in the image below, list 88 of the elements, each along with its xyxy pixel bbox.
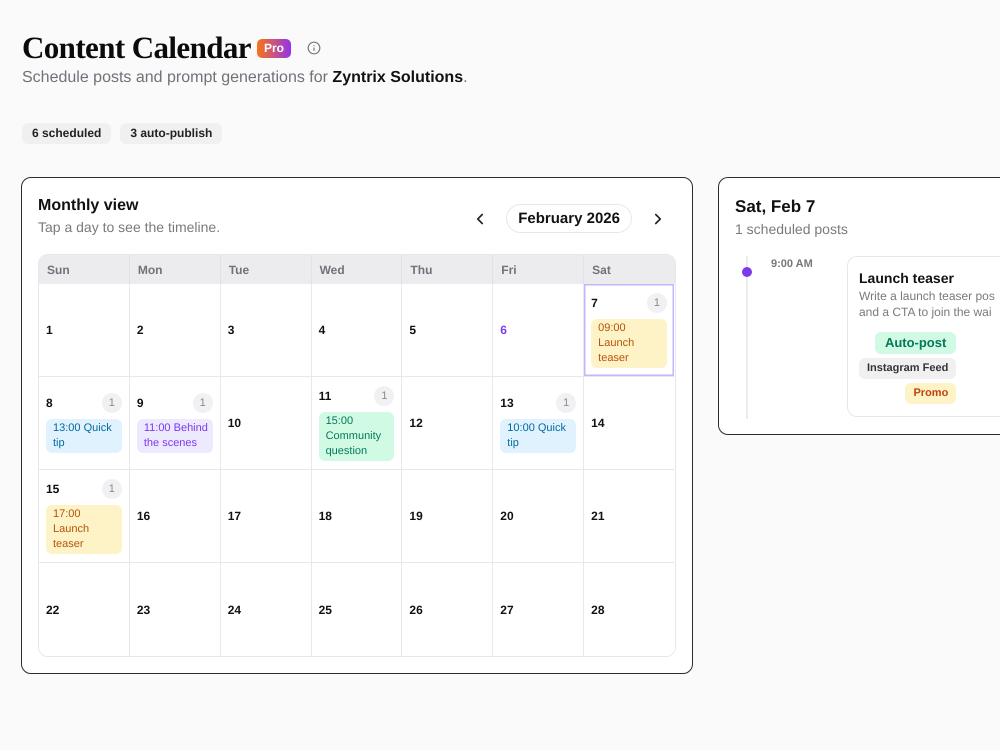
day-number: 27: [500, 602, 514, 616]
day-number: 7: [591, 296, 598, 310]
day-cell[interactable]: 10: [220, 377, 312, 470]
post-tag: Instagram Feed: [859, 358, 956, 379]
day-cell[interactable]: 20: [493, 470, 584, 563]
day-number: 4: [318, 323, 326, 337]
post-card[interactable]: Launch teaser Write a launch teaser pos and a CTA to join the wai Auto-post Instagram Feed Promo: [847, 256, 1000, 417]
day-number: 8: [46, 396, 53, 410]
day-number: 2: [136, 323, 144, 337]
post-chip[interactable]: 10:00 Quick tip: [500, 419, 576, 453]
weekday-header: Sat: [584, 255, 675, 284]
day-number: 12: [409, 416, 423, 430]
calendar-subtitle: Tap a day to see the timeline.: [38, 218, 220, 236]
post-chip[interactable]: 17:00 Launch teaser: [46, 504, 122, 554]
day-number: 15: [46, 482, 60, 496]
page-title: Content Calendar: [22, 29, 251, 67]
day-number: 3: [228, 323, 234, 337]
day-cell[interactable]: 7 1 09:00 Launch teaser: [584, 284, 675, 377]
day-cell[interactable]: 2: [130, 284, 221, 377]
day-number: 11: [318, 388, 332, 402]
day-cell[interactable]: 18: [312, 470, 402, 563]
post-chip[interactable]: 15:00 Community question: [318, 412, 394, 460]
day-cell[interactable]: 17: [220, 470, 312, 563]
post-count-badge: 1: [102, 478, 122, 498]
calendar-title: Monthly view: [38, 196, 140, 216]
day-number: 10: [228, 416, 242, 430]
day-cell[interactable]: 25: [312, 563, 402, 656]
page-subtitle: Schedule posts and prompt generations for Zyntrix Solutions.: [22, 68, 469, 88]
post-title: Launch teaser: [859, 269, 955, 287]
day-number: 13: [500, 396, 514, 410]
post-chip[interactable]: 13:00 Quick tip: [46, 419, 122, 453]
day-number: 25: [318, 602, 332, 616]
post-chip[interactable]: 11:00 Behind the scenes: [136, 419, 213, 453]
day-number: 5: [409, 323, 416, 337]
timeline-dot-icon: [742, 267, 752, 277]
day-cell[interactable]: 11 1 15:00 Community question: [312, 377, 402, 470]
post-tag: Promo: [905, 383, 956, 404]
month-picker[interactable]: February 2026: [506, 204, 632, 233]
weekday-header: Sun: [39, 255, 130, 284]
day-number: 17: [228, 509, 242, 523]
weekday-header: Wed: [312, 255, 402, 284]
post-count-badge: 1: [646, 292, 667, 312]
day-cell[interactable]: 1: [39, 284, 130, 377]
stat-chip: 3 auto-publish: [120, 123, 222, 144]
info-icon[interactable]: [306, 41, 321, 55]
weekday-header: Mon: [130, 255, 221, 284]
weekday-header: Tue: [220, 255, 312, 284]
day-cell[interactable]: 15 1 17:00 Launch teaser: [39, 470, 130, 563]
panel-subtitle: 1 scheduled posts: [735, 220, 849, 238]
day-cell[interactable]: 6: [493, 284, 584, 377]
day-cell[interactable]: 24: [220, 563, 312, 656]
day-number: 14: [591, 416, 604, 430]
post-count-badge: 1: [102, 393, 122, 413]
day-number: 24: [228, 602, 242, 616]
post-count-badge: 1: [556, 393, 576, 413]
day-number: 19: [409, 509, 423, 523]
post-count-badge: 1: [192, 393, 213, 413]
panel-title: Sat, Feb 7: [735, 196, 816, 218]
day-number: 9: [136, 396, 144, 410]
day-number: 1: [46, 323, 53, 337]
day-cell[interactable]: 3: [220, 284, 312, 377]
day-cell[interactable]: 13 1 10:00 Quick tip: [493, 377, 584, 470]
pro-badge: Pro: [256, 38, 291, 58]
day-cell[interactable]: 22: [39, 563, 130, 656]
day-number: 22: [46, 602, 60, 616]
stat-chip: 6 scheduled: [22, 123, 112, 144]
day-number: 26: [409, 602, 423, 616]
weekday-header: Fri: [493, 255, 584, 284]
weekday-header: Thu: [402, 255, 494, 284]
entry-time: 9:00 AM: [771, 257, 814, 271]
post-count-badge: 1: [374, 386, 394, 406]
day-cell[interactable]: 19: [402, 470, 494, 563]
day-number: 23: [136, 602, 150, 616]
day-number: 28: [591, 602, 604, 616]
day-cell[interactable]: 16: [130, 470, 221, 563]
post-tag: Auto-post: [874, 332, 956, 354]
post-chip[interactable]: 09:00 Launch teaser: [591, 318, 667, 368]
day-number: 6: [500, 323, 507, 337]
post-description: Write a launch teaser pos and a CTA to join the wai: [859, 288, 995, 320]
day-cell[interactable]: 8 1 13:00 Quick tip: [39, 377, 130, 470]
day-number: 21: [591, 509, 604, 523]
day-cell[interactable]: 5: [402, 284, 494, 377]
day-cell[interactable]: 12: [402, 377, 494, 470]
day-cell[interactable]: 9 1 11:00 Behind the scenes: [130, 377, 221, 470]
day-number: 18: [318, 509, 332, 523]
day-cell[interactable]: 4: [312, 284, 402, 377]
day-number: 20: [500, 509, 514, 523]
day-number: 16: [136, 509, 150, 523]
